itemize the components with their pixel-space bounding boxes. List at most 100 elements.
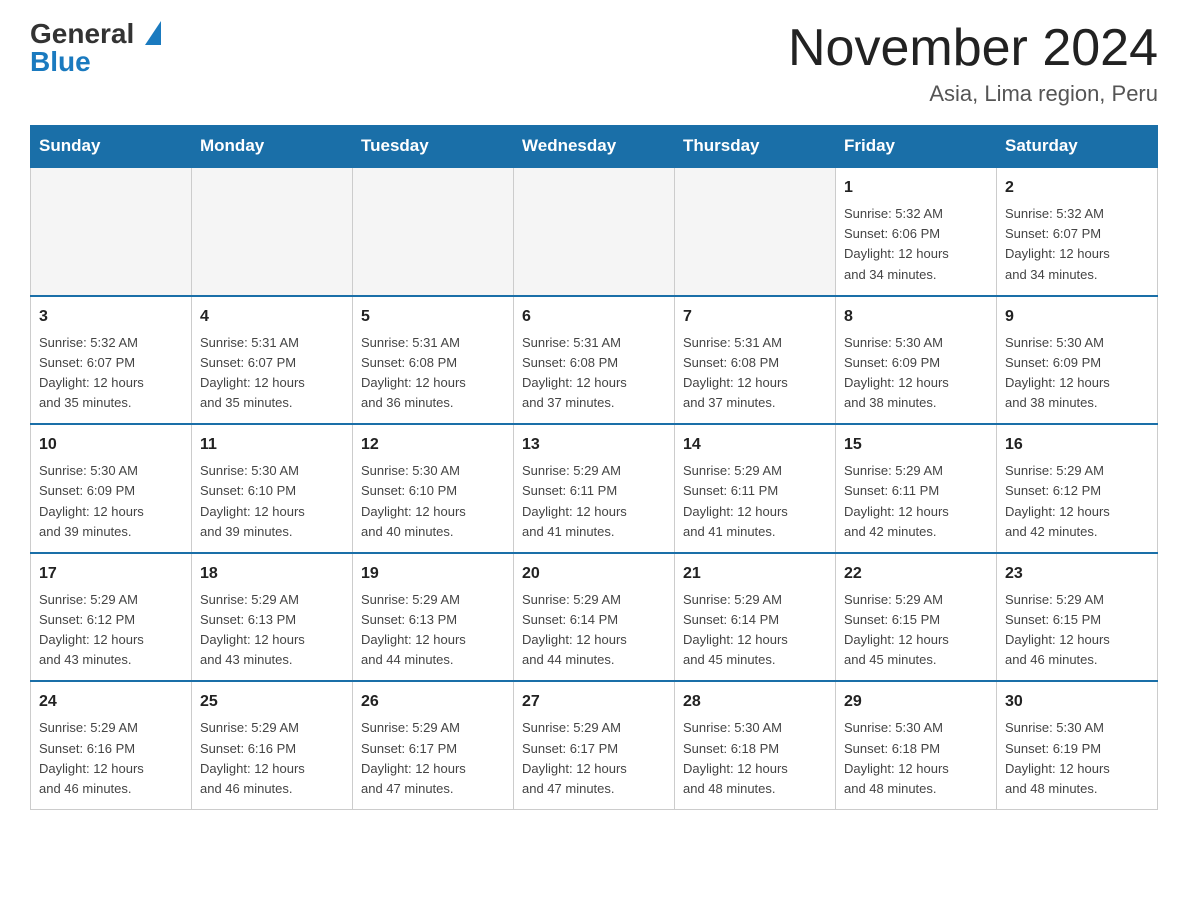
calendar-cell: 2 Sunrise: 5:32 AM Sunset: 6:07 PM Daylig… [997, 167, 1158, 296]
day-number: 3 [39, 305, 183, 329]
day-info: Sunrise: 5:29 AM Sunset: 6:14 PM Dayligh… [522, 590, 666, 671]
day-number: 26 [361, 690, 505, 714]
calendar-cell [514, 167, 675, 296]
title-section: November 2024 Asia, Lima region, Peru [788, 20, 1158, 107]
weekday-header-sunday: Sunday [31, 126, 192, 168]
calendar-cell: 8 Sunrise: 5:30 AM Sunset: 6:09 PM Daylig… [836, 296, 997, 425]
calendar-cell [675, 167, 836, 296]
day-number: 2 [1005, 176, 1149, 200]
calendar-cell: 12Sunrise: 5:30 AM Sunset: 6:10 PM Dayli… [353, 424, 514, 553]
calendar-cell: 15Sunrise: 5:29 AM Sunset: 6:11 PM Dayli… [836, 424, 997, 553]
day-info: Sunrise: 5:29 AM Sunset: 6:14 PM Dayligh… [683, 590, 827, 671]
day-info: Sunrise: 5:29 AM Sunset: 6:17 PM Dayligh… [522, 718, 666, 799]
day-number: 18 [200, 562, 344, 586]
day-number: 23 [1005, 562, 1149, 586]
day-number: 19 [361, 562, 505, 586]
calendar-cell: 11 Sunrise: 5:30 AM Sunset: 6:10 PM Dayli… [192, 424, 353, 553]
calendar-cell [31, 167, 192, 296]
page-header: General Blue November 2024 Asia, Lima re… [30, 20, 1158, 107]
day-number: 13 [522, 433, 666, 457]
day-number: 4 [200, 305, 344, 329]
calendar-cell: 18Sunrise: 5:29 AM Sunset: 6:13 PM Dayli… [192, 553, 353, 682]
subtitle: Asia, Lima region, Peru [788, 81, 1158, 107]
day-number: 9 [1005, 305, 1149, 329]
weekday-header-tuesday: Tuesday [353, 126, 514, 168]
calendar-cell: 24 Sunrise: 5:29 AM Sunset: 6:16 PM Dayli… [31, 681, 192, 809]
calendar-cell: 28 Sunrise: 5:30 AM Sunset: 6:18 PM Dayli… [675, 681, 836, 809]
weekday-header-row: SundayMondayTuesdayWednesdayThursdayFrid… [31, 126, 1158, 168]
day-number: 28 [683, 690, 827, 714]
day-info: Sunrise: 5:30 AM Sunset: 6:09 PM Dayligh… [39, 461, 183, 542]
calendar-cell: 6 Sunrise: 5:31 AM Sunset: 6:08 PM Daylig… [514, 296, 675, 425]
day-info: Sunrise: 5:32 AM Sunset: 6:06 PM Dayligh… [844, 204, 988, 285]
day-info: Sunrise: 5:31 AM Sunset: 6:08 PM Dayligh… [683, 333, 827, 414]
day-info: Sunrise: 5:29 AM Sunset: 6:12 PM Dayligh… [39, 590, 183, 671]
day-number: 11 [200, 433, 344, 457]
calendar-cell: 10 Sunrise: 5:30 AM Sunset: 6:09 PM Dayli… [31, 424, 192, 553]
calendar-week-1: 1 Sunrise: 5:32 AM Sunset: 6:06 PM Daylig… [31, 167, 1158, 296]
day-info: Sunrise: 5:32 AM Sunset: 6:07 PM Dayligh… [1005, 204, 1149, 285]
calendar-cell: 9Sunrise: 5:30 AM Sunset: 6:09 PM Daylig… [997, 296, 1158, 425]
day-number: 17 [39, 562, 183, 586]
calendar-cell: 29 Sunrise: 5:30 AM Sunset: 6:18 PM Dayli… [836, 681, 997, 809]
day-number: 14 [683, 433, 827, 457]
calendar-cell: 21Sunrise: 5:29 AM Sunset: 6:14 PM Dayli… [675, 553, 836, 682]
day-number: 25 [200, 690, 344, 714]
calendar-cell: 5Sunrise: 5:31 AM Sunset: 6:08 PM Daylig… [353, 296, 514, 425]
weekday-header-saturday: Saturday [997, 126, 1158, 168]
weekday-header-monday: Monday [192, 126, 353, 168]
day-info: Sunrise: 5:30 AM Sunset: 6:18 PM Dayligh… [683, 718, 827, 799]
calendar-week-5: 24 Sunrise: 5:29 AM Sunset: 6:16 PM Dayli… [31, 681, 1158, 809]
day-number: 10 [39, 433, 183, 457]
calendar-cell [353, 167, 514, 296]
day-info: Sunrise: 5:30 AM Sunset: 6:10 PM Dayligh… [200, 461, 344, 542]
calendar-cell: 17 Sunrise: 5:29 AM Sunset: 6:12 PM Dayli… [31, 553, 192, 682]
calendar-cell: 3 Sunrise: 5:32 AM Sunset: 6:07 PM Daylig… [31, 296, 192, 425]
day-info: Sunrise: 5:29 AM Sunset: 6:15 PM Dayligh… [1005, 590, 1149, 671]
day-info: Sunrise: 5:30 AM Sunset: 6:10 PM Dayligh… [361, 461, 505, 542]
day-info: Sunrise: 5:29 AM Sunset: 6:11 PM Dayligh… [522, 461, 666, 542]
calendar-cell: 25 Sunrise: 5:29 AM Sunset: 6:16 PM Dayli… [192, 681, 353, 809]
day-number: 16 [1005, 433, 1149, 457]
day-number: 1 [844, 176, 988, 200]
day-info: Sunrise: 5:30 AM Sunset: 6:18 PM Dayligh… [844, 718, 988, 799]
day-number: 24 [39, 690, 183, 714]
day-number: 7 [683, 305, 827, 329]
day-number: 22 [844, 562, 988, 586]
day-number: 6 [522, 305, 666, 329]
day-info: Sunrise: 5:29 AM Sunset: 6:16 PM Dayligh… [200, 718, 344, 799]
day-info: Sunrise: 5:30 AM Sunset: 6:09 PM Dayligh… [844, 333, 988, 414]
day-number: 20 [522, 562, 666, 586]
day-info: Sunrise: 5:29 AM Sunset: 6:16 PM Dayligh… [39, 718, 183, 799]
calendar-week-2: 3 Sunrise: 5:32 AM Sunset: 6:07 PM Daylig… [31, 296, 1158, 425]
calendar-cell: 30 Sunrise: 5:30 AM Sunset: 6:19 PM Dayli… [997, 681, 1158, 809]
calendar-cell [192, 167, 353, 296]
calendar-cell: 14 Sunrise: 5:29 AM Sunset: 6:11 PM Dayli… [675, 424, 836, 553]
day-number: 8 [844, 305, 988, 329]
weekday-header-wednesday: Wednesday [514, 126, 675, 168]
calendar-table: SundayMondayTuesdayWednesdayThursdayFrid… [30, 125, 1158, 810]
calendar-cell: 20 Sunrise: 5:29 AM Sunset: 6:14 PM Dayli… [514, 553, 675, 682]
calendar-week-3: 10 Sunrise: 5:30 AM Sunset: 6:09 PM Dayli… [31, 424, 1158, 553]
day-number: 27 [522, 690, 666, 714]
day-number: 15 [844, 433, 988, 457]
calendar-cell: 22 Sunrise: 5:29 AM Sunset: 6:15 PM Dayli… [836, 553, 997, 682]
day-info: Sunrise: 5:30 AM Sunset: 6:19 PM Dayligh… [1005, 718, 1149, 799]
day-info: Sunrise: 5:29 AM Sunset: 6:11 PM Dayligh… [683, 461, 827, 542]
day-number: 5 [361, 305, 505, 329]
day-info: Sunrise: 5:32 AM Sunset: 6:07 PM Dayligh… [39, 333, 183, 414]
calendar-cell: 7 Sunrise: 5:31 AM Sunset: 6:08 PM Daylig… [675, 296, 836, 425]
calendar-cell: 19 Sunrise: 5:29 AM Sunset: 6:13 PM Dayli… [353, 553, 514, 682]
calendar-cell: 13 Sunrise: 5:29 AM Sunset: 6:11 PM Dayli… [514, 424, 675, 553]
logo-general-text: General [30, 20, 161, 48]
day-number: 29 [844, 690, 988, 714]
day-info: Sunrise: 5:29 AM Sunset: 6:15 PM Dayligh… [844, 590, 988, 671]
day-info: Sunrise: 5:31 AM Sunset: 6:08 PM Dayligh… [522, 333, 666, 414]
weekday-header-friday: Friday [836, 126, 997, 168]
day-info: Sunrise: 5:29 AM Sunset: 6:12 PM Dayligh… [1005, 461, 1149, 542]
day-info: Sunrise: 5:29 AM Sunset: 6:13 PM Dayligh… [361, 590, 505, 671]
day-number: 30 [1005, 690, 1149, 714]
calendar-week-4: 17 Sunrise: 5:29 AM Sunset: 6:12 PM Dayli… [31, 553, 1158, 682]
calendar-cell: 27 Sunrise: 5:29 AM Sunset: 6:17 PM Dayli… [514, 681, 675, 809]
weekday-header-thursday: Thursday [675, 126, 836, 168]
